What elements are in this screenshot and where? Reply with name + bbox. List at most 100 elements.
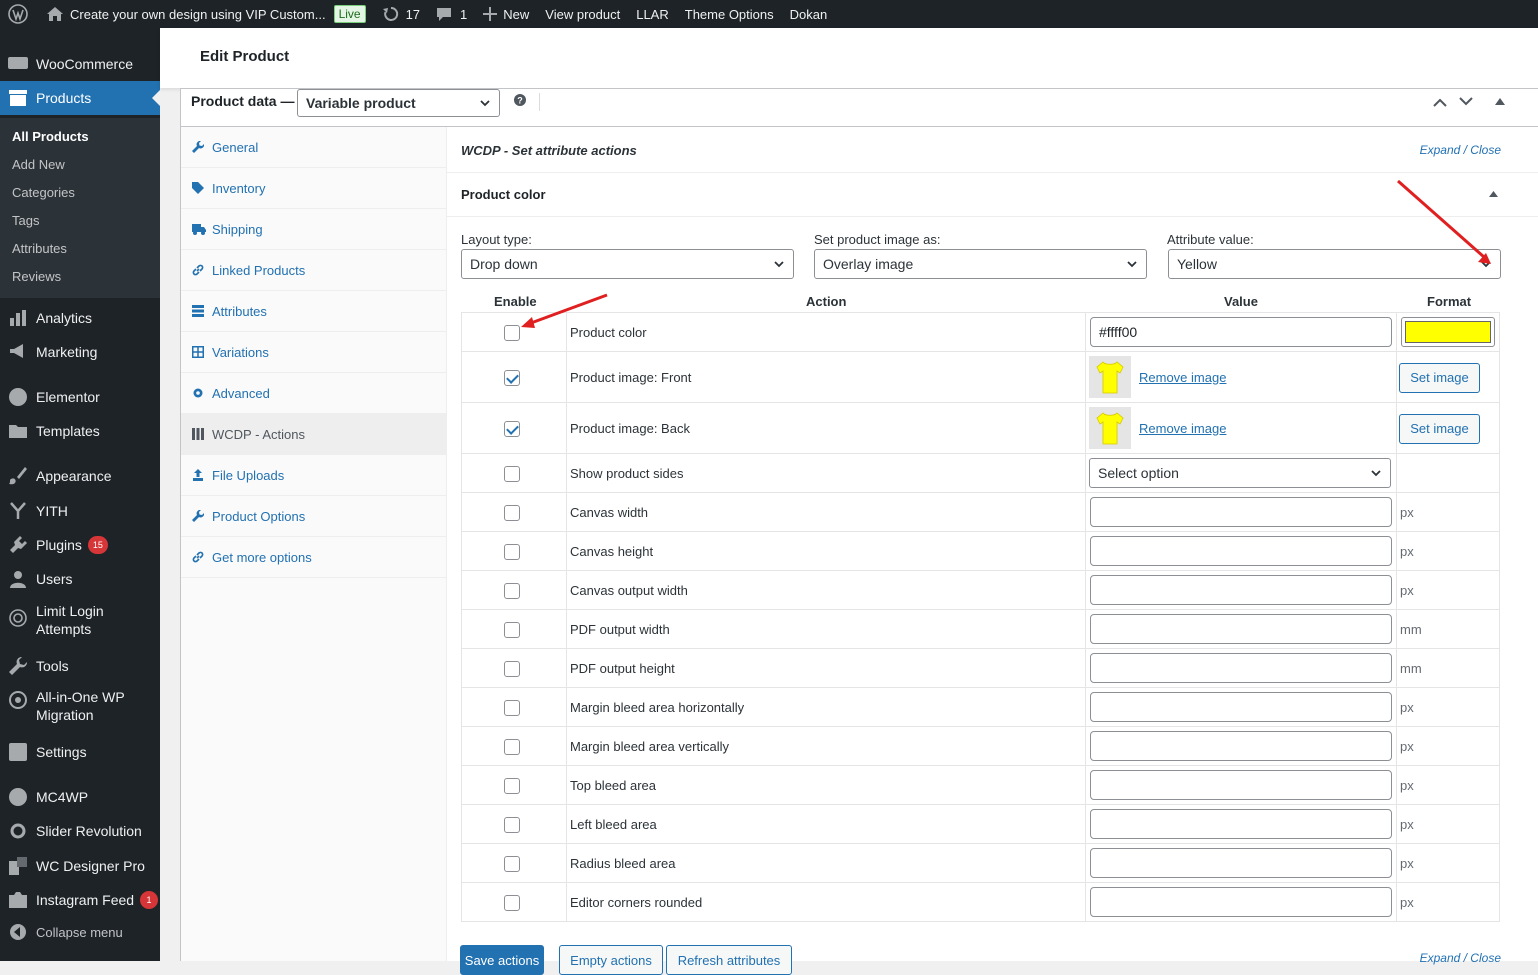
wordpress-logo[interactable]: [0, 0, 38, 28]
admin-sidebar: WooCommerce Products All Products Add Ne…: [0, 28, 160, 961]
expand-close-link-bottom[interactable]: Expand / Close: [1420, 951, 1501, 965]
submenu-reviews[interactable]: Reviews: [12, 269, 61, 284]
enable-checkbox[interactable]: [504, 855, 520, 872]
theme-options-link[interactable]: Theme Options: [677, 0, 782, 28]
tab-general[interactable]: General: [181, 127, 447, 168]
submenu-add-new[interactable]: Add New: [12, 157, 65, 172]
column-divider: [566, 352, 567, 402]
tab-attributes[interactable]: Attributes: [181, 291, 447, 332]
plugins-update-badge: 15: [87, 536, 108, 554]
woocommerce-icon: [8, 54, 28, 74]
menu-settings[interactable]: Settings: [0, 740, 160, 764]
remove-image-link[interactable]: Remove image: [1139, 370, 1226, 385]
enable-checkbox[interactable]: [504, 324, 520, 341]
set-image-button[interactable]: Set image: [1399, 413, 1480, 444]
enable-checkbox[interactable]: [504, 504, 520, 521]
menu-wc-designer-pro[interactable]: WC Designer Pro: [0, 854, 160, 878]
tab-linked-products[interactable]: Linked Products: [181, 250, 447, 291]
enable-checkbox[interactable]: [504, 660, 520, 677]
site-name-link[interactable]: Create your own design using VIP Custom.…: [38, 0, 374, 28]
submenu-all-products[interactable]: All Products: [12, 129, 89, 144]
enable-checkbox[interactable]: [504, 543, 520, 560]
tab-advanced[interactable]: Advanced: [181, 373, 447, 414]
save-actions-button[interactable]: Save actions: [460, 945, 544, 975]
menu-marketing[interactable]: Marketing: [0, 340, 160, 364]
menu-yith[interactable]: YITH: [0, 499, 160, 523]
enable-checkbox[interactable]: [504, 465, 520, 482]
help-icon[interactable]: ?: [514, 94, 526, 106]
value-input[interactable]: [1090, 614, 1392, 644]
menu-instagram-feed[interactable]: Instagram Feed 1: [0, 888, 160, 912]
product-data-label: Product data —: [191, 93, 295, 109]
menu-slider-revolution[interactable]: Slider Revolution: [0, 819, 160, 843]
tab-wcdp-actions[interactable]: WCDP - Actions: [181, 414, 447, 455]
value-input[interactable]: [1090, 887, 1392, 917]
color-value-input[interactable]: #ffff00: [1090, 317, 1392, 347]
tab-file-uploads[interactable]: File Uploads: [181, 455, 447, 496]
llar-link[interactable]: LLAR: [628, 0, 677, 28]
tab-get-more-options[interactable]: Get more options: [181, 537, 447, 578]
empty-actions-button[interactable]: Empty actions: [559, 945, 663, 975]
enable-checkbox[interactable]: [504, 420, 520, 437]
value-input[interactable]: [1090, 848, 1392, 878]
submenu-categories[interactable]: Categories: [12, 185, 75, 200]
tab-shipping[interactable]: Shipping: [181, 209, 447, 250]
product-image-select[interactable]: Overlay image: [814, 249, 1147, 279]
updates-link[interactable]: 17: [374, 0, 428, 28]
enable-checkbox[interactable]: [504, 894, 520, 911]
menu-analytics[interactable]: Analytics: [0, 306, 160, 330]
enable-checkbox[interactable]: [504, 621, 520, 638]
collapse-section-icon[interactable]: [1489, 191, 1498, 197]
menu-appearance[interactable]: Appearance: [0, 464, 160, 488]
move-down-icon[interactable]: [1459, 97, 1473, 107]
color-swatch[interactable]: [1401, 317, 1495, 347]
value-input[interactable]: [1090, 770, 1392, 800]
bar-chart-icon: [8, 308, 28, 328]
submenu-attributes[interactable]: Attributes: [12, 241, 67, 256]
menu-users[interactable]: Users: [0, 567, 160, 591]
view-product-link[interactable]: View product: [537, 0, 628, 28]
value-input[interactable]: [1090, 497, 1392, 527]
section-header[interactable]: Product color: [447, 173, 1538, 217]
menu-woocommerce[interactable]: WooCommerce: [0, 52, 160, 76]
menu-elementor[interactable]: Elementor: [0, 385, 160, 409]
enable-checkbox[interactable]: [504, 699, 520, 716]
collapse-menu-button[interactable]: Collapse menu: [0, 922, 160, 942]
menu-tools[interactable]: Tools: [0, 654, 160, 678]
value-input[interactable]: [1090, 809, 1392, 839]
enable-checkbox[interactable]: [504, 582, 520, 599]
enable-checkbox[interactable]: [504, 738, 520, 755]
value-input[interactable]: [1090, 731, 1392, 761]
grid-icon: [192, 345, 206, 359]
enable-checkbox[interactable]: [504, 816, 520, 833]
show-product-sides-select[interactable]: Select option: [1089, 458, 1391, 488]
product-type-select[interactable]: Variable product: [297, 89, 500, 117]
tab-product-options[interactable]: Product Options: [181, 496, 447, 537]
remove-image-link[interactable]: Remove image: [1139, 421, 1226, 436]
menu-templates[interactable]: Templates: [0, 419, 160, 443]
new-content-link[interactable]: New: [475, 0, 537, 28]
menu-mc4wp[interactable]: MC4WP: [0, 785, 160, 809]
refresh-attributes-button[interactable]: Refresh attributes: [666, 945, 792, 975]
menu-limit-login-attempts[interactable]: Limit Login Attempts: [0, 602, 160, 642]
value-input[interactable]: [1090, 692, 1392, 722]
value-input[interactable]: [1090, 536, 1392, 566]
enable-checkbox[interactable]: [504, 369, 520, 386]
value-input[interactable]: [1090, 575, 1392, 605]
expand-close-link[interactable]: Expand / Close: [1420, 143, 1501, 157]
menu-products[interactable]: Products: [0, 81, 160, 115]
attribute-value-select[interactable]: Yellow: [1168, 249, 1501, 279]
menu-all-in-one-migration[interactable]: All-in-One WP Migration: [0, 688, 160, 728]
toggle-panel-icon[interactable]: [1495, 98, 1505, 105]
move-up-icon[interactable]: [1433, 97, 1447, 107]
menu-plugins[interactable]: Plugins 15: [0, 533, 160, 557]
layout-type-select[interactable]: Drop down: [461, 249, 794, 279]
submenu-tags[interactable]: Tags: [12, 213, 39, 228]
set-image-button[interactable]: Set image: [1399, 362, 1480, 393]
enable-checkbox[interactable]: [504, 777, 520, 794]
dokan-link[interactable]: Dokan: [782, 0, 836, 28]
value-input[interactable]: [1090, 653, 1392, 683]
tab-variations[interactable]: Variations: [181, 332, 447, 373]
comments-link[interactable]: 1: [428, 0, 475, 28]
tab-inventory[interactable]: Inventory: [181, 168, 447, 209]
